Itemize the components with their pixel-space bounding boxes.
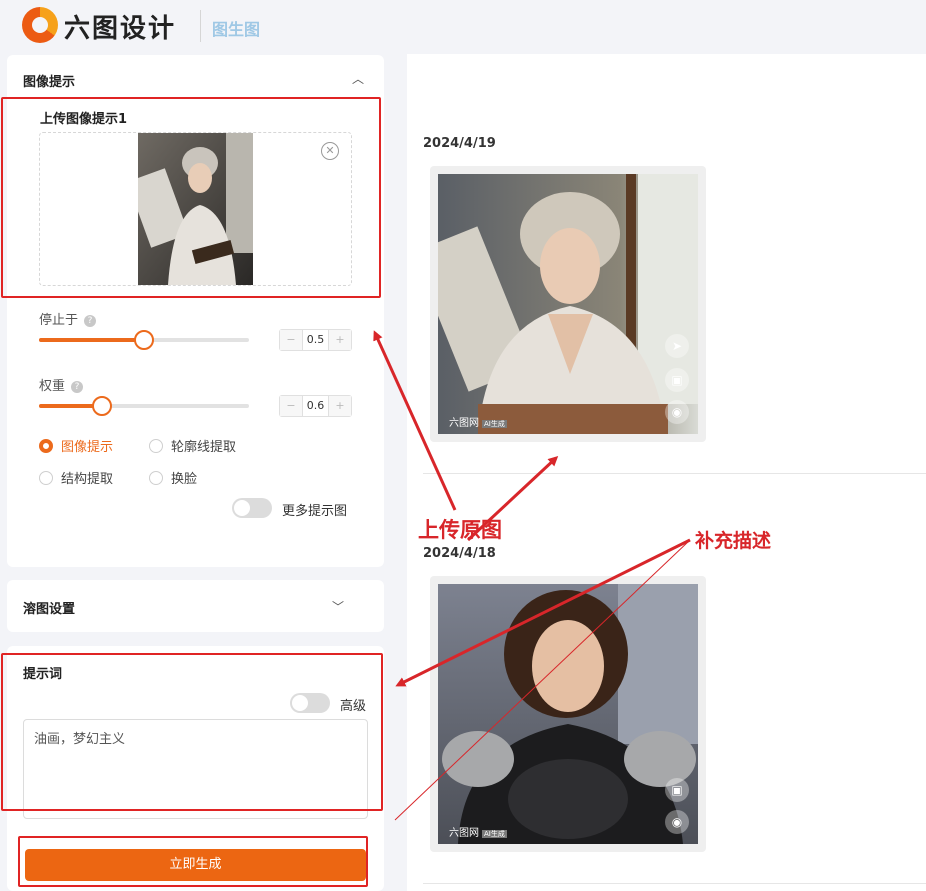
annotation-upload-original: 上传原图 bbox=[418, 518, 502, 542]
annotation-arrows bbox=[373, 330, 691, 821]
annotation-supplement: 补充描述 bbox=[695, 530, 772, 552]
